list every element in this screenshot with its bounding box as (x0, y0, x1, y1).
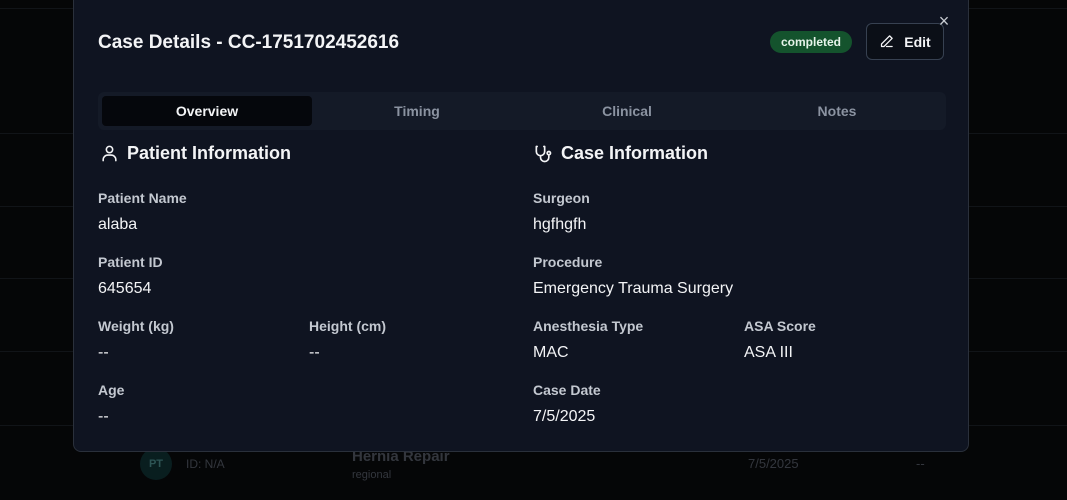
case-info-heading-text: Case Information (561, 143, 709, 163)
tab-notes[interactable]: Notes (732, 96, 942, 126)
procedure-value: Emergency Trauma Surgery (533, 280, 734, 297)
edit-button[interactable]: Edit (866, 23, 944, 60)
pencil-icon (879, 34, 894, 49)
weight-label: Weight (kg) (98, 318, 174, 334)
case-details-dialog: Case Details - CC-1751702452616 complete… (73, 0, 969, 452)
dialog-title: Case Details - CC-1751702452616 (98, 32, 400, 53)
weight-value: -- (98, 344, 109, 361)
surgeon-label: Surgeon (533, 190, 590, 206)
anesthesia-type-value: MAC (533, 344, 569, 361)
tab-list: Overview Timing Clinical Notes (98, 92, 946, 130)
anesthesia-type-label: Anesthesia Type (533, 318, 644, 334)
asa-score-label: ASA Score (744, 318, 816, 334)
case-info-heading: Case Information (533, 143, 708, 164)
patient-info-heading-text: Patient Information (127, 143, 292, 163)
height-value: -- (309, 344, 320, 361)
asa-score-value: ASA III (744, 344, 793, 361)
stethoscope-icon (533, 144, 553, 164)
patient-name-value: alaba (98, 216, 138, 233)
patient-id-text: ID: N/A (186, 457, 225, 471)
case-date-label: Case Date (533, 382, 601, 398)
close-button[interactable]: × (936, 12, 952, 30)
anesthesia-text: regional (352, 469, 392, 481)
procedure-label: Procedure (533, 254, 603, 270)
case-date-value: 7/5/2025 (533, 408, 596, 425)
status-badge: completed (770, 31, 853, 53)
background-table-row: PT ID: N/A Hernia Repair regional 7/5/20… (140, 448, 1040, 481)
tab-timing[interactable]: Timing (312, 96, 522, 126)
empty-value-text: -- (916, 456, 925, 471)
age-value: -- (98, 408, 109, 425)
avatar: PT (140, 448, 172, 480)
user-icon (100, 144, 119, 163)
date-text: 7/5/2025 (748, 456, 799, 471)
tab-overview[interactable]: Overview (102, 96, 312, 126)
tab-clinical[interactable]: Clinical (522, 96, 732, 126)
patient-id-value: 645654 (98, 280, 152, 297)
patient-info-heading: Patient Information (100, 143, 291, 164)
patient-id-label: Patient ID (98, 254, 163, 270)
height-label: Height (cm) (309, 318, 386, 334)
age-label: Age (98, 382, 125, 398)
patient-name-label: Patient Name (98, 190, 187, 206)
edit-button-label: Edit (904, 33, 931, 50)
surgeon-value: hgfhgfh (533, 216, 587, 233)
